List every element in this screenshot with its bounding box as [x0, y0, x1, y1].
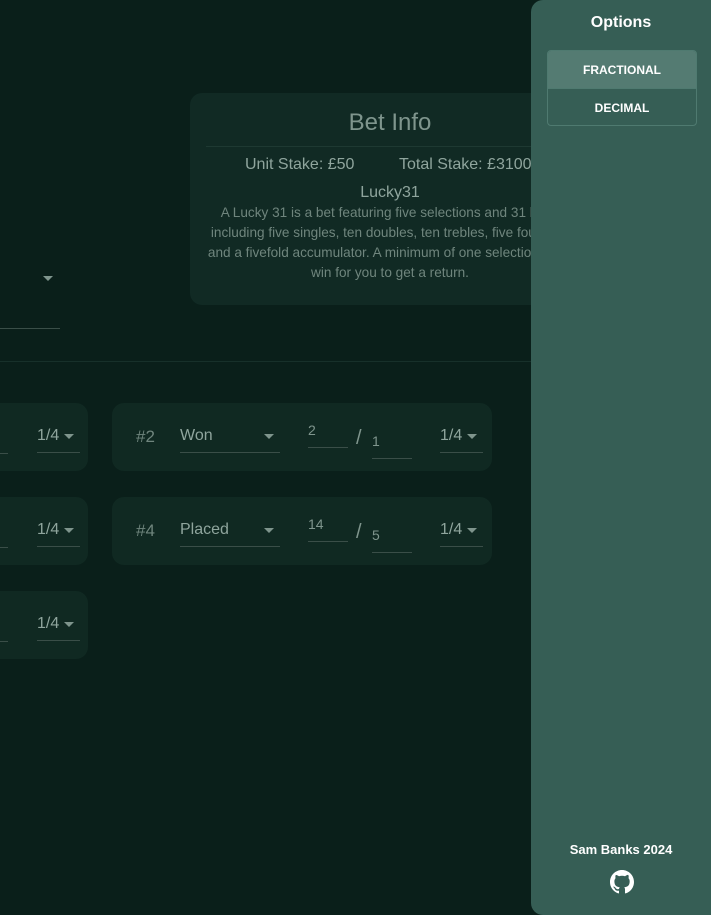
total-stake: Total Stake: £3100 [399, 156, 532, 173]
fractional-button[interactable]: FRACTIONAL [548, 51, 696, 89]
bet-info-card: Bet Info Unit Stake: £50 Total Stake: £3… [190, 93, 590, 305]
section-divider [0, 361, 531, 362]
odds-denominator-value: 1 [372, 433, 380, 449]
footer-credit: Sam Banks 2024 [569, 842, 673, 857]
bet-type-name: Lucky31 [360, 184, 420, 201]
chevron-down-icon [264, 434, 274, 439]
odds-numerator-value: 14 [308, 516, 324, 532]
odds-denominator-input[interactable]: 5 [372, 527, 412, 553]
each-way-select[interactable]: 1/4 [37, 615, 80, 641]
odds-denominator-value: 5 [372, 527, 380, 543]
input-underline [0, 453, 8, 454]
chevron-down-icon [64, 434, 74, 439]
input-underline [0, 547, 8, 548]
decimal-button[interactable]: DECIMAL [548, 89, 696, 125]
bet-info-title: Bet Info [348, 109, 432, 136]
result-select[interactable]: Won [180, 427, 280, 453]
each-way-value: 1/4 [37, 615, 60, 632]
app: Bet Info Unit Stake: £50 Total Stake: £3… [0, 0, 711, 915]
selection-number: #4 [136, 521, 155, 540]
selection-card: 1/4 [0, 497, 88, 565]
selection-card: 1/4 [0, 403, 88, 471]
each-way-value: 1/4 [440, 427, 463, 444]
chevron-down-icon [467, 528, 477, 533]
odds-numerator-value: 2 [308, 422, 316, 438]
result-select[interactable]: Placed [180, 521, 280, 547]
each-way-value: 1/4 [37, 521, 60, 538]
selection-card: 1/4 [0, 591, 88, 659]
unit-stake: Unit Stake: £50 [245, 156, 355, 173]
odds-denominator-input[interactable]: 1 [372, 433, 412, 459]
options-drawer: Options FRACTIONAL DECIMAL Sam Banks 202… [531, 0, 711, 915]
selection-card: #2 Won 2 / 1 1/4 [112, 403, 492, 471]
odds-format-toggle: FRACTIONAL DECIMAL [547, 50, 697, 126]
selection-card: #4 Placed 14 / 5 1/4 [112, 497, 492, 565]
each-way-select[interactable]: 1/4 [440, 427, 483, 453]
input-underline [0, 641, 8, 642]
divider [206, 146, 546, 147]
bet-type-description: A Lucky 31 is a bet featuring five selec… [207, 205, 573, 280]
each-way-select[interactable]: 1/4 [440, 521, 483, 547]
each-way-select[interactable]: 1/4 [37, 521, 80, 547]
odds-numerator-input[interactable]: 2 [308, 422, 348, 448]
odds-separator: / [356, 521, 362, 543]
chevron-down-icon [64, 622, 74, 627]
each-way-value: 1/4 [37, 427, 60, 444]
result-value: Won [180, 427, 213, 444]
input-underline [0, 328, 60, 329]
result-value: Placed [180, 521, 229, 538]
chevron-down-icon [264, 528, 274, 533]
chevron-down-icon[interactable] [43, 276, 53, 281]
each-way-value: 1/4 [440, 521, 463, 538]
chevron-down-icon [64, 528, 74, 533]
each-way-select[interactable]: 1/4 [37, 427, 80, 453]
odds-numerator-input[interactable]: 14 [308, 516, 348, 542]
selection-number: #2 [136, 427, 155, 446]
github-icon[interactable] [610, 870, 634, 894]
chevron-down-icon [467, 434, 477, 439]
options-title: Options [590, 14, 652, 31]
odds-separator: / [356, 427, 362, 449]
